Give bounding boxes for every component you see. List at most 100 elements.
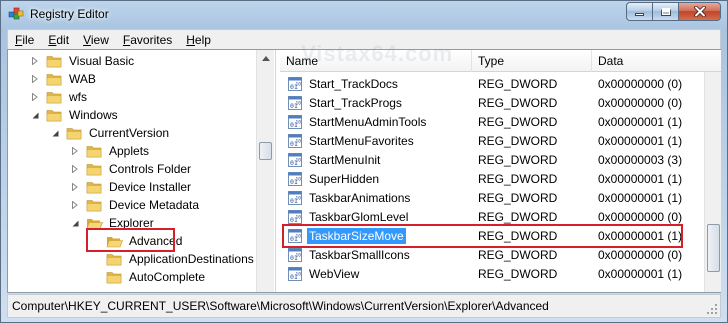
registry-tree: Visual Basic WAB wfs Windows CurrentVersion A… [8,50,276,292]
expand-arrow-icon[interactable] [70,182,80,192]
menu-favorites[interactable]: Favorites [116,31,179,49]
expand-arrow-icon[interactable] [30,92,40,102]
arrow-up-icon [261,56,270,61]
tree-item[interactable]: AutoComplete [90,268,207,286]
table-row[interactable]: 01 10 StartMenuFavorites REG_DWORD 0x0000000… [280,131,705,150]
window-title: Registry Editor [30,7,109,21]
value-name: Start_TrackDocs [309,76,398,91]
value-name: SuperHidden [309,171,380,186]
folder-icon [86,199,103,212]
tree-scroll-thumb[interactable] [259,142,272,160]
value-name: TaskbarGlomLevel [309,209,409,224]
folder-icon [66,127,83,140]
reg-dword-icon: 01 10 [288,209,307,224]
value-name: StartMenuFavorites [309,133,414,148]
tree-item[interactable]: WAB [30,70,98,88]
menu-edit[interactable]: Edit [41,31,76,49]
folder-icon [46,109,63,122]
value-type: REG_DWORD [478,247,558,262]
list-scrollbar[interactable] [704,72,721,292]
folder-icon [46,55,63,68]
tree-item-label: Controls Folder [109,162,192,176]
value-name-cell: 01 10 WebView [280,266,472,282]
value-data: 0x00000001 (1) [598,190,683,205]
tree-item[interactable]: Applets [70,142,151,160]
expand-arrow-icon[interactable] [70,146,80,156]
value-data: 0x00000000 (0) [598,247,683,262]
minimize-button[interactable] [626,2,652,21]
value-name: StartMenuAdminTools [309,114,427,129]
value-name-cell: 01 10 SuperHidden [280,171,472,187]
tree-item[interactable]: ApplicationDestinations [90,250,256,268]
reg-dword-icon: 01 10 [288,76,307,91]
menu-view[interactable]: View [76,31,116,49]
table-row[interactable]: 01 10 WebView REG_DWORD 0x00000001 (1) [280,264,705,283]
expand-arrow-icon[interactable] [30,74,40,84]
value-name-cell: 01 10 StartMenuInit [280,152,472,168]
collapse-arrow-icon[interactable] [30,110,40,120]
column-data-header[interactable]: Data [592,50,721,72]
status-bar: Computer\HKEY_CURRENT_USER\Software\Micr… [7,294,721,318]
column-type-header[interactable]: Type [472,50,592,72]
tree-item[interactable]: wfs [30,88,89,106]
table-row[interactable]: 01 10 StartMenuInit REG_DWORD 0x00000003 (3) [280,150,705,169]
value-name: TaskbarSmallIcons [309,247,410,262]
menu-file[interactable]: File [8,31,41,49]
tree-item[interactable]: CurrentVersion [50,124,171,142]
value-name-cell: 01 10 TaskbarGlomLevel [280,209,472,225]
tree-item-label: Device Metadata [109,198,200,212]
menu-help[interactable]: Help [179,31,218,49]
tree-item-label: AutoComplete [129,270,206,284]
collapse-arrow-icon[interactable] [50,128,60,138]
value-data: 0x00000000 (0) [598,95,683,110]
value-name: Start_TrackProgs [309,95,402,110]
title-bar[interactable]: Registry Editor [1,1,727,29]
expand-arrow-icon[interactable] [70,164,80,174]
registry-editor-icon [8,7,24,20]
folder-icon [46,91,63,104]
status-path: Computer\HKEY_CURRENT_USER\Software\Micr… [12,299,549,313]
tree-item-label: Visual Basic [69,54,135,68]
collapse-arrow-icon[interactable] [70,218,80,228]
table-row[interactable]: 01 10 Start_TrackProgs REG_DWORD 0x00000000 … [280,93,705,112]
value-type: REG_DWORD [478,114,558,129]
value-type: REG_DWORD [478,209,558,224]
column-name-header[interactable]: Name [280,50,472,72]
value-name-cell: 01 10 StartMenuAdminTools [280,114,472,130]
tree-item[interactable]: Device Installer [70,178,193,196]
list-scroll-thumb[interactable] [707,224,720,272]
table-row[interactable]: 01 10 TaskbarAnimations REG_DWORD 0x00000001… [280,188,705,207]
tree-item[interactable]: Windows [30,106,120,124]
svg-text:10: 10 [296,214,302,220]
close-button[interactable] [678,2,721,21]
table-row[interactable]: 01 10 SuperHidden REG_DWORD 0x00000001 (1) [280,169,705,188]
resize-grip-icon[interactable] [707,304,718,315]
table-row[interactable]: 01 10 Start_TrackDocs REG_DWORD 0x00000000 (… [280,74,705,93]
tree-item-label: WAB [69,72,96,86]
value-name-cell: 01 10 Start_TrackProgs [280,95,472,111]
tree-item[interactable]: Visual Basic [30,52,136,70]
value-type: REG_DWORD [478,95,558,110]
tree-item-label: Applets [109,144,150,158]
value-data: 0x00000000 (0) [598,209,683,224]
tree-item[interactable]: Device Metadata [70,196,201,214]
tree-item-label: wfs [69,90,87,104]
reg-dword-icon: 01 10 [288,152,307,167]
value-data: 0x00000001 (1) [598,171,683,186]
value-data: 0x00000001 (1) [598,114,683,129]
maximize-button[interactable] [652,2,678,21]
folder-icon [106,253,123,266]
expand-arrow-icon[interactable] [30,56,40,66]
table-row[interactable]: 01 10 StartMenuAdminTools REG_DWORD 0x000000… [280,112,705,131]
tree-scroll-up-button[interactable] [257,50,274,67]
registry-editor-window: Registry Editor Vistax64.com File Edit V… [0,0,728,323]
values-list: Name Type Data 01 10 Start_TrackDocs REG_DW… [280,50,721,292]
tree-item[interactable]: Controls Folder [70,160,193,178]
reg-dword-icon: 01 10 [288,95,307,110]
expand-arrow-icon[interactable] [70,200,80,210]
column-header: Name Type Data [280,50,721,72]
caption-buttons [626,2,721,21]
folder-icon [106,271,123,284]
tree-scrollbar[interactable] [256,50,274,292]
svg-text:10: 10 [296,157,302,163]
